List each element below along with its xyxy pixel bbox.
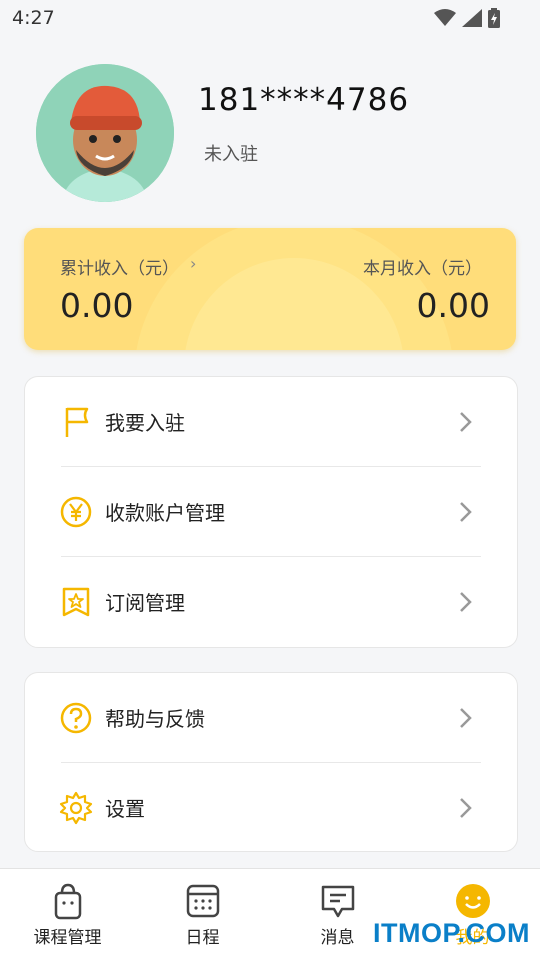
total-income-label[interactable]: 累计收入（元） <box>60 254 179 279</box>
total-income-value: 0.00 <box>60 286 134 325</box>
chevron-right-icon <box>460 798 472 818</box>
profile-header: 181****4786 未入驻 <box>0 60 540 210</box>
month-income-label: 本月收入（元） <box>363 259 482 279</box>
flag-icon <box>65 407 89 437</box>
chevron-right-icon <box>460 592 472 612</box>
income-card: 累计收入（元） › 本月收入（元） 0.00 0.00 <box>24 228 516 350</box>
bag-icon <box>54 883 81 920</box>
menu-item-label: 帮助与反馈 <box>105 707 205 731</box>
tab-schedule[interactable]: 日程 <box>135 881 270 948</box>
menu-item-payment-account[interactable]: 收款账户管理 <box>25 467 517 557</box>
gear-icon <box>59 791 93 825</box>
smile-icon <box>455 884 490 918</box>
menu-item-label: 订阅管理 <box>105 591 185 615</box>
menu-item-subscription[interactable]: 订阅管理 <box>25 557 517 647</box>
avatar[interactable] <box>36 64 174 202</box>
chevron-right-icon <box>460 502 472 522</box>
nav-label: 课程管理 <box>33 928 102 948</box>
menu-item-settle[interactable]: 我要入驻 <box>25 377 517 467</box>
menu-group-account: 我要入驻 收款账户管理 订阅管理 <box>24 376 518 648</box>
signal-icon <box>462 9 482 27</box>
yuan-icon <box>60 496 92 528</box>
chevron-right-icon <box>460 708 472 728</box>
menu-item-settings[interactable]: 设置 <box>25 763 517 853</box>
help-icon <box>60 702 92 734</box>
nav-label: 日程 <box>185 928 220 948</box>
settle-status: 未入驻 <box>204 144 258 165</box>
tab-course-management[interactable]: 课程管理 <box>0 881 135 948</box>
menu-item-label: 收款账户管理 <box>105 501 225 525</box>
month-income-value: 0.00 <box>416 286 490 325</box>
star-badge-icon <box>62 587 90 617</box>
user-avatar-icon <box>36 64 174 202</box>
wifi-icon <box>434 9 456 26</box>
phone-number: 181****4786 <box>198 82 410 118</box>
menu-group-support: 帮助与反馈 设置 <box>24 672 518 852</box>
message-icon <box>321 885 354 918</box>
battery-icon <box>488 8 500 28</box>
calendar-icon <box>186 884 219 918</box>
menu-item-help[interactable]: 帮助与反馈 <box>25 673 517 763</box>
watermark: ITMOP.COM <box>372 918 530 948</box>
status-bar: 4:27 <box>0 0 540 36</box>
menu-item-label: 我要入驻 <box>105 411 185 435</box>
menu-item-label: 设置 <box>105 797 145 821</box>
chevron-right-icon[interactable]: › <box>190 254 196 273</box>
chevron-right-icon <box>460 412 472 432</box>
status-time: 4:27 <box>12 7 55 29</box>
